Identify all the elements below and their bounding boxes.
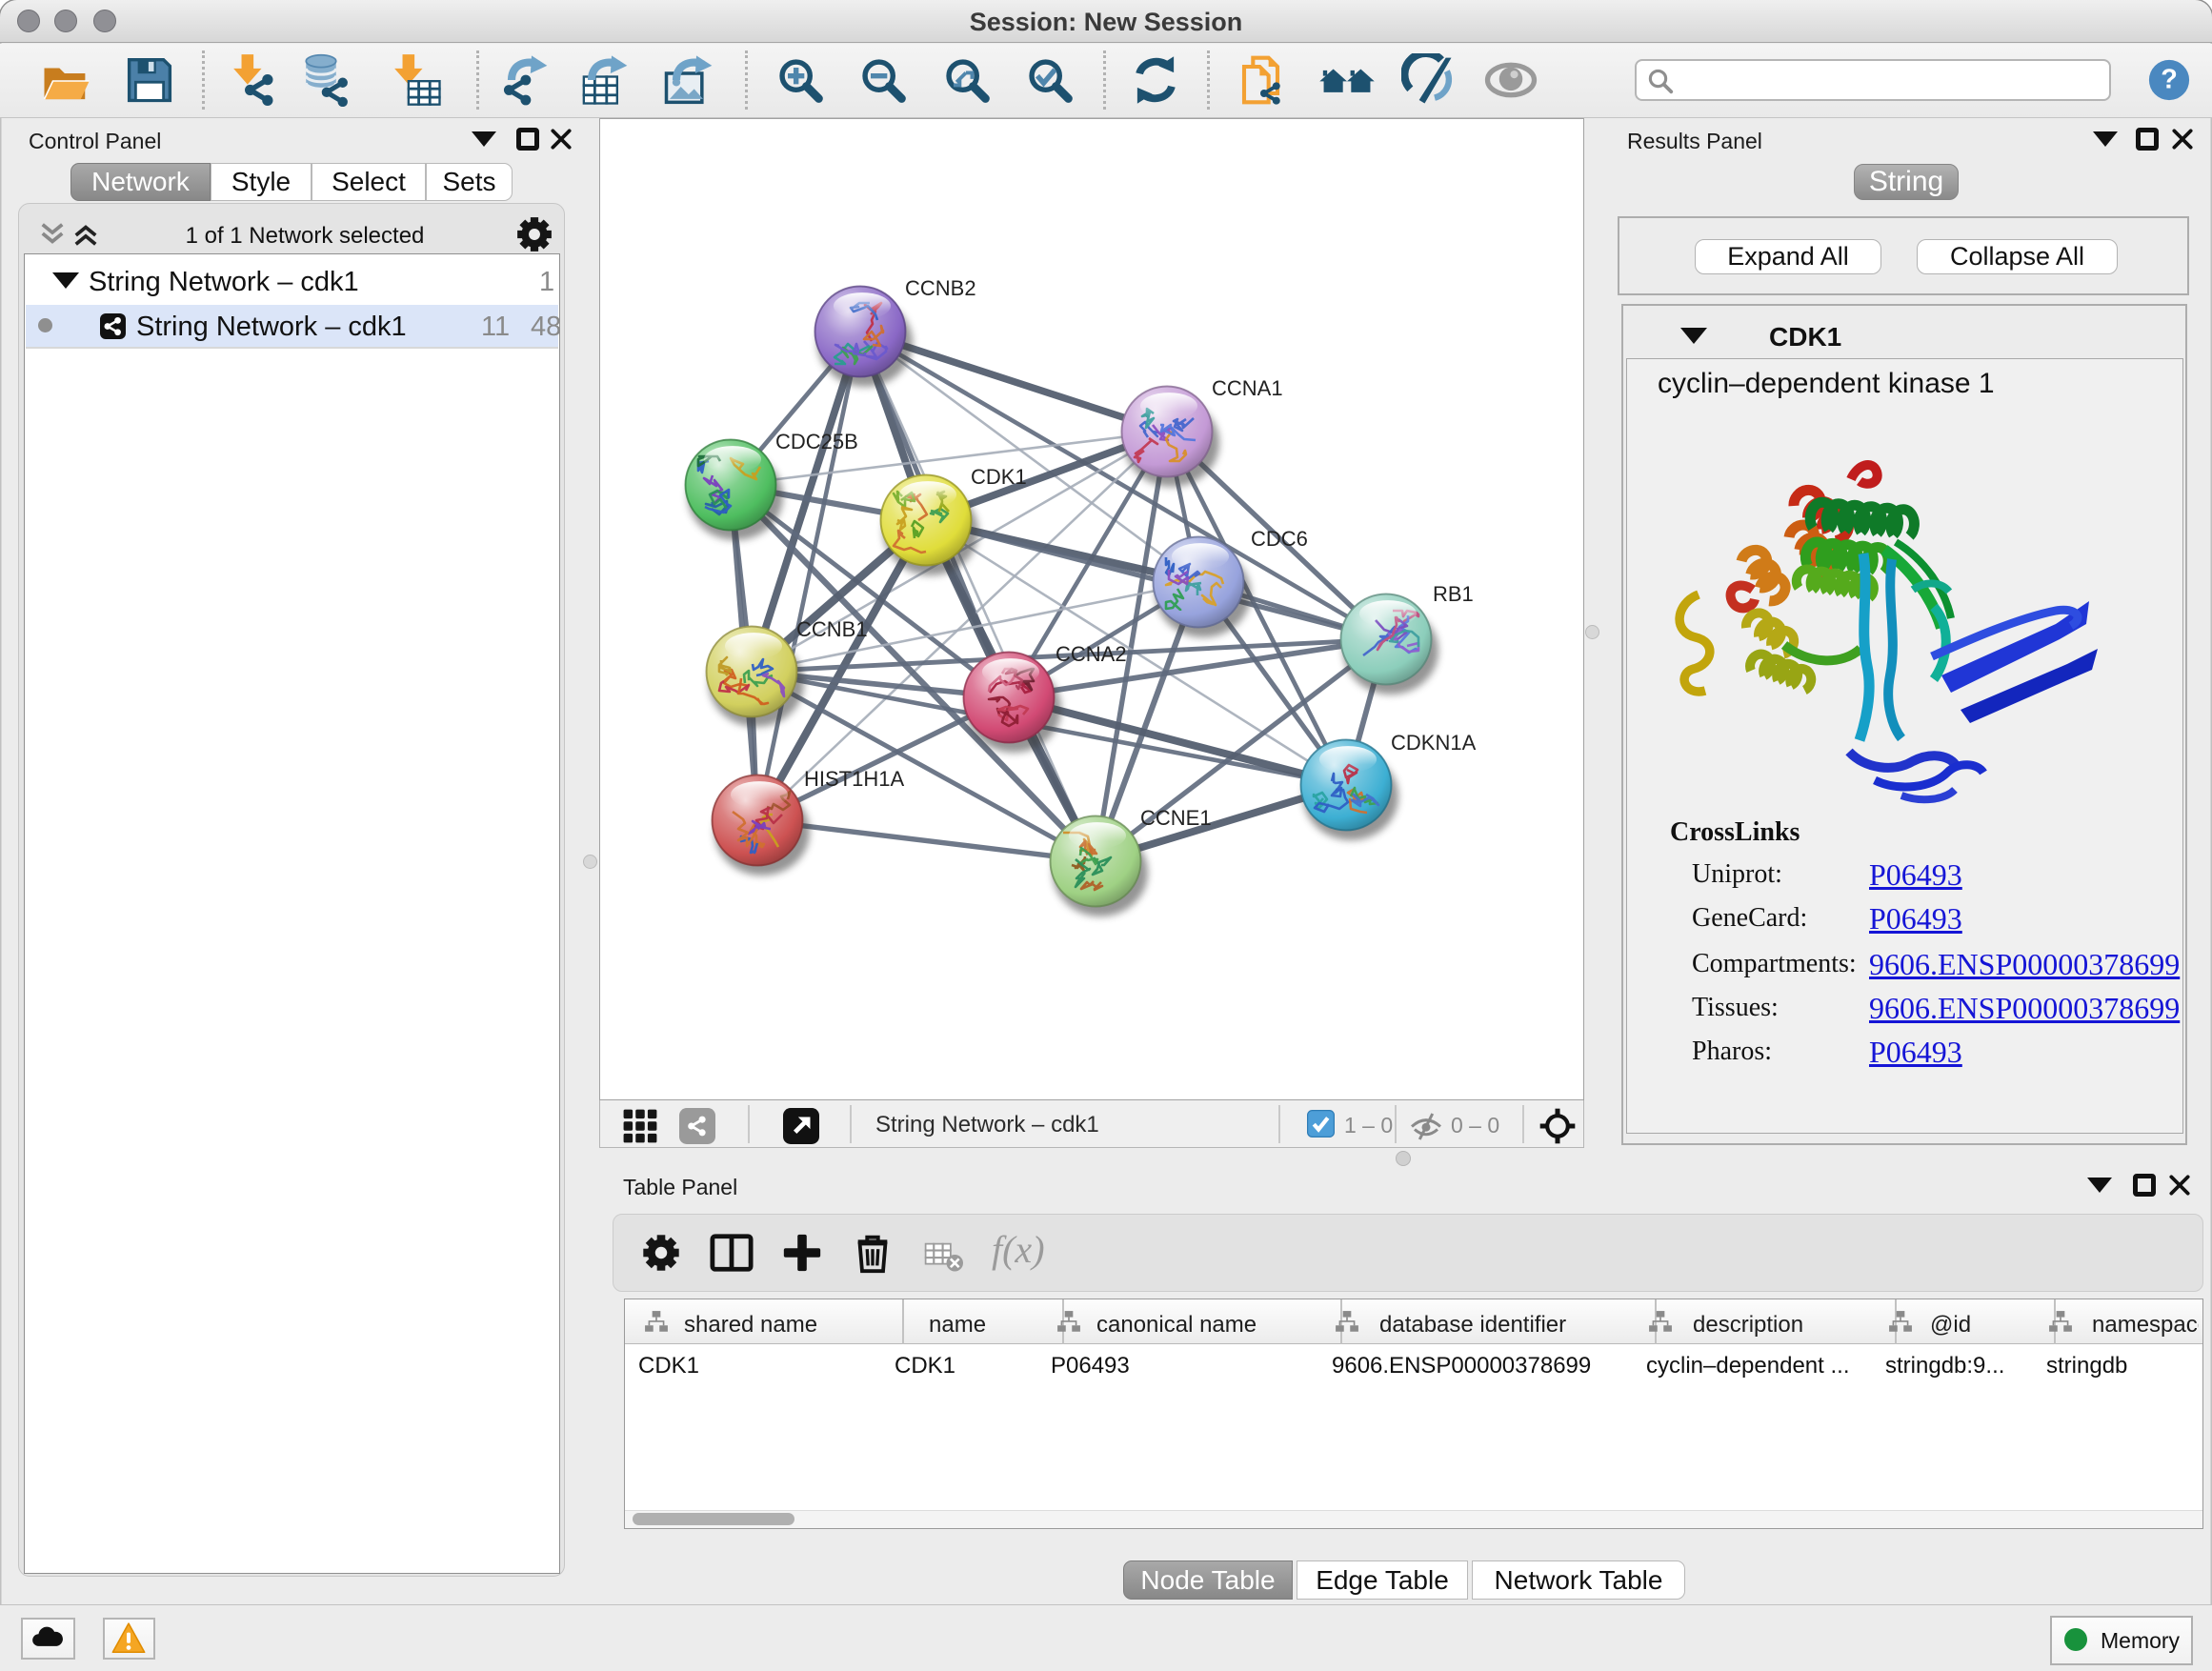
svg-text:CCNB1: CCNB1 (796, 617, 868, 641)
svg-text:CCNB2: CCNB2 (905, 276, 976, 300)
svg-text:CDC6: CDC6 (1251, 527, 1308, 551)
svg-text:CDK1: CDK1 (971, 465, 1027, 489)
svg-text:CCNA2: CCNA2 (1056, 642, 1127, 666)
svg-text:CCNA1: CCNA1 (1212, 376, 1283, 400)
svg-text:CDKN1A: CDKN1A (1391, 731, 1477, 755)
svg-text:?: ? (2161, 65, 2178, 95)
svg-text:CDC25B: CDC25B (775, 430, 858, 453)
svg-text:HIST1H1A: HIST1H1A (804, 767, 904, 791)
svg-text:CCNE1: CCNE1 (1140, 806, 1212, 830)
svg-text:RB1: RB1 (1433, 582, 1474, 606)
